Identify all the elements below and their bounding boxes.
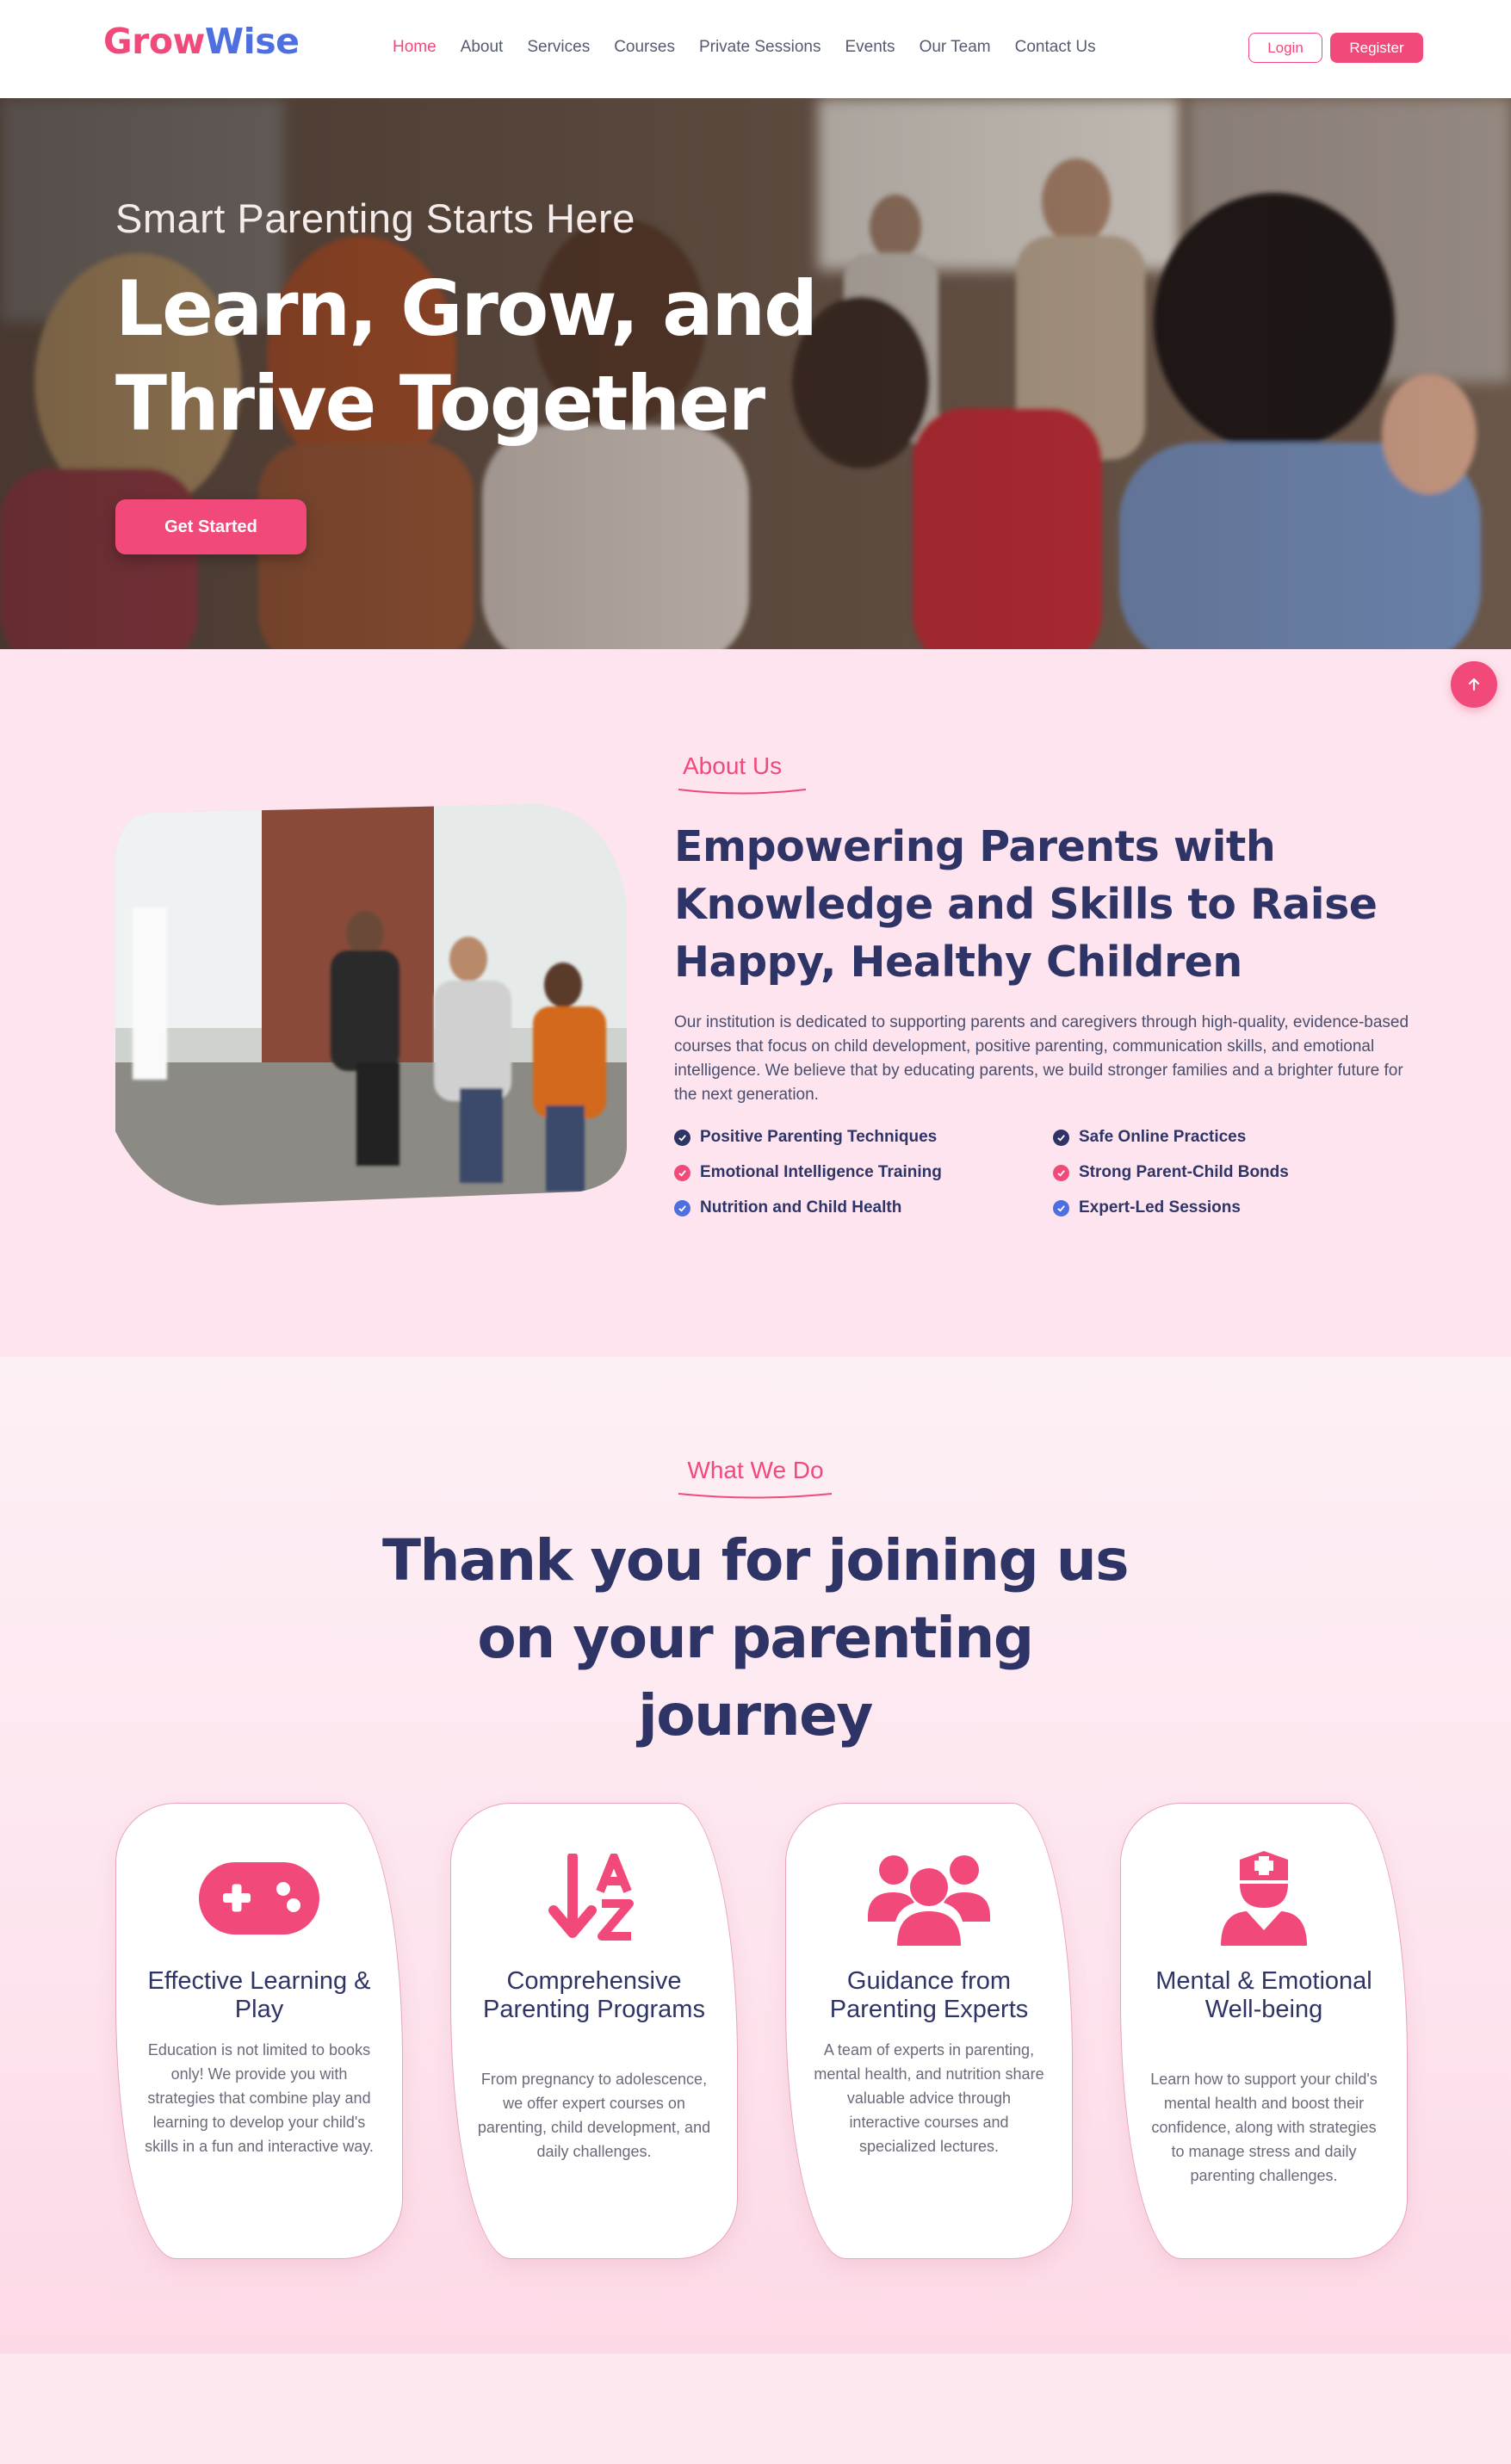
feature-item: Expert-Led Sessions: [1053, 1198, 1432, 1217]
about-heading: Empowering Parents with Knowledge and Sk…: [674, 818, 1415, 991]
nav-events[interactable]: Events: [845, 38, 895, 57]
check-circle-icon: [674, 1199, 690, 1217]
feature-label: Nutrition and Child Health: [700, 1198, 902, 1217]
nav-private-sessions[interactable]: Private Sessions: [699, 38, 821, 57]
feature-label: Emotional Intelligence Training: [700, 1163, 942, 1181]
services-heading: Thank you for joining us on your parenti…: [325, 1522, 1186, 1755]
logo-text-wise: Wise: [204, 21, 300, 62]
nav-contact-us[interactable]: Contact Us: [1015, 38, 1096, 57]
services-section: What We Do Thank you for joining us on y…: [0, 1357, 1511, 2354]
service-card: Effective Learning & Play Education is n…: [115, 1803, 403, 2259]
register-button[interactable]: Register: [1330, 33, 1423, 63]
service-cards: Effective Learning & Play Education is n…: [115, 1803, 1408, 2259]
nav-our-team[interactable]: Our Team: [920, 38, 991, 57]
service-card-text: A team of experts in parenting, mental h…: [814, 2041, 1044, 2155]
about-heading-line2: Knowledge and Skills to Raise: [674, 880, 1378, 929]
hero-title: Learn, Grow, and Thrive Together: [115, 262, 821, 451]
services-heading-line2: on your parenting: [477, 1605, 1034, 1671]
about-eyebrow-underline: [678, 789, 807, 795]
service-card-title: Guidance from Parenting Experts: [829, 1967, 1029, 2023]
navbar: GrowWise Home About Services Courses Pri…: [0, 0, 1511, 98]
nav-courses[interactable]: Courses: [614, 38, 675, 57]
feature-item: Safe Online Practices: [1053, 1128, 1432, 1147]
services-heading-line3: journey: [638, 1682, 873, 1749]
feature-item: Nutrition and Child Health: [674, 1198, 1053, 1217]
about-section: About Us Empowering Parents with Knowled…: [0, 649, 1511, 1357]
feature-list: Positive Parenting Techniques Safe Onlin…: [674, 1128, 1432, 1217]
sort-alpha-icon: [451, 1851, 737, 1946]
nav-home[interactable]: Home: [393, 38, 437, 57]
about-eyebrow: About Us: [683, 752, 783, 779]
service-card-title: Comprehensive Parenting Programs: [483, 1967, 705, 2023]
check-circle-icon: [674, 1129, 690, 1146]
feature-label: Positive Parenting Techniques: [700, 1128, 938, 1146]
about-heading-line3: Happy, Healthy Children: [674, 938, 1242, 987]
feature-item: Emotional Intelligence Training: [674, 1163, 1053, 1182]
footer-strip: [0, 2354, 1511, 2464]
check-circle-icon: [674, 1164, 690, 1181]
services-eyebrow: What We Do: [687, 1457, 824, 1483]
login-button[interactable]: Login: [1248, 33, 1322, 63]
users-icon: [786, 1851, 1072, 1946]
service-card-title: Mental & Emotional Well-being: [1155, 1967, 1372, 2023]
scroll-to-top-button[interactable]: [1451, 661, 1497, 708]
hero-subtitle: Smart Parenting Starts Here: [115, 195, 635, 241]
logo-text-grow: Grow: [103, 21, 205, 62]
service-card: Mental & Emotional Well-being Learn how …: [1120, 1803, 1408, 2259]
arrow-up-icon: [1468, 678, 1480, 691]
service-card: Guidance from Parenting Experts A team o…: [785, 1803, 1073, 2259]
get-started-button[interactable]: Get Started: [115, 499, 307, 554]
service-card-text: Learn how to support your child's mental…: [1150, 2071, 1378, 2184]
service-card-text: Education is not limited to books only! …: [145, 2041, 374, 2155]
nav-services[interactable]: Services: [527, 38, 590, 57]
check-circle-icon: [1053, 1129, 1069, 1146]
feature-label: Expert-Led Sessions: [1079, 1198, 1241, 1217]
about-heading-line1: Empowering Parents with: [674, 822, 1276, 871]
service-card: Comprehensive Parenting Programs From pr…: [450, 1803, 738, 2259]
hero-section: Smart Parenting Starts Here Learn, Grow,…: [0, 98, 1511, 649]
services-eyebrow-underline: [678, 1493, 833, 1499]
about-classroom-photo: [115, 804, 627, 1205]
nav-about[interactable]: About: [461, 38, 504, 57]
service-card-title: Effective Learning & Play: [147, 1967, 371, 2023]
check-circle-icon: [1053, 1164, 1069, 1181]
nurse-icon: [1121, 1851, 1407, 1946]
site-logo[interactable]: GrowWise: [103, 21, 300, 62]
feature-item: Positive Parenting Techniques: [674, 1128, 1053, 1147]
check-circle-icon: [1053, 1199, 1069, 1217]
services-heading-line1: Thank you for joining us: [382, 1527, 1130, 1594]
hero-title-line1: Learn, Grow, and: [115, 264, 818, 353]
main-nav: Home About Services Courses Private Sess…: [393, 38, 1120, 57]
about-description: Our institution is dedicated to supporti…: [674, 1013, 1409, 1104]
feature-label: Safe Online Practices: [1079, 1128, 1247, 1146]
service-card-text: From pregnancy to adolescence, we offer …: [477, 2071, 711, 2160]
hero-title-line2: Thrive Together: [115, 359, 765, 448]
gamepad-icon: [116, 1851, 402, 1946]
feature-item: Strong Parent-Child Bonds: [1053, 1163, 1432, 1182]
feature-label: Strong Parent-Child Bonds: [1079, 1163, 1289, 1181]
